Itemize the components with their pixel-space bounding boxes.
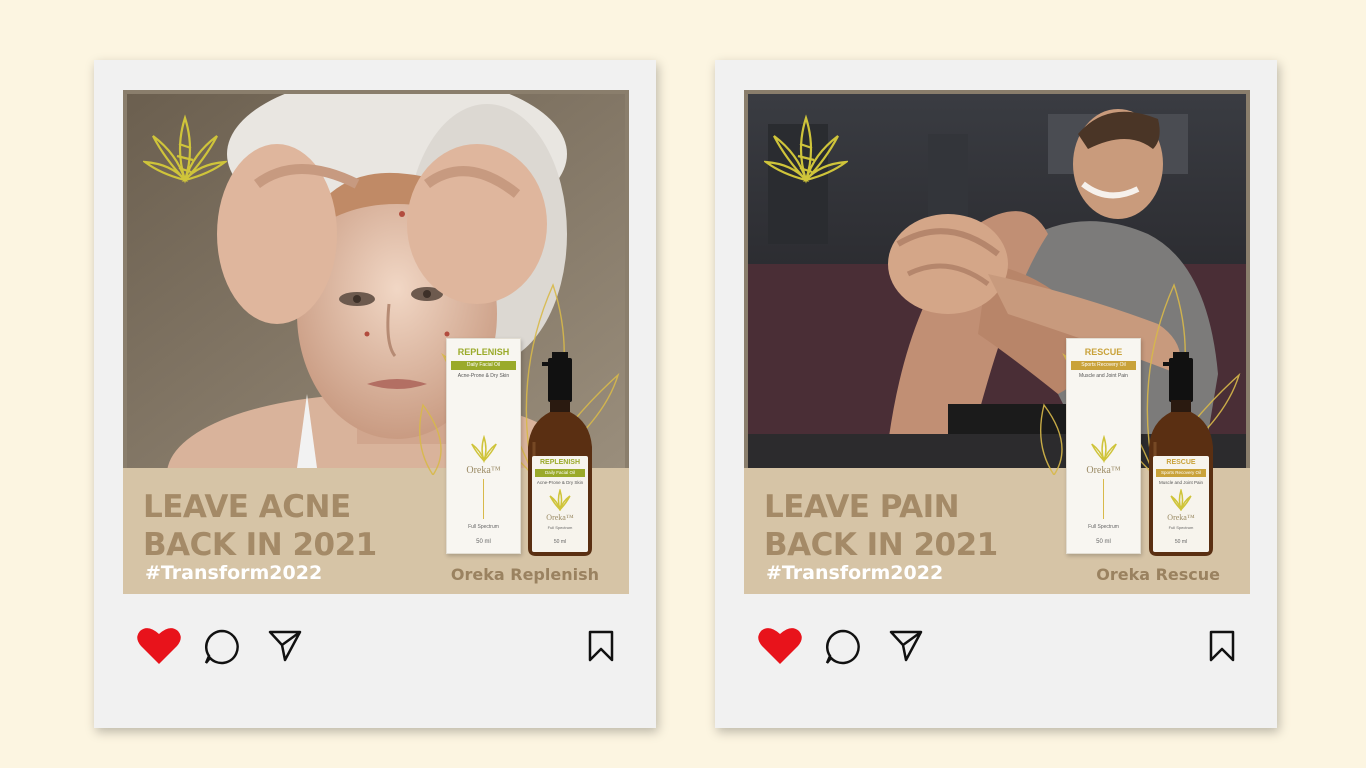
box-name: RESCUE (1084, 347, 1123, 357)
box-strip: Daily Facial Oil (451, 361, 516, 370)
product-bottle: RESCUE Sports Recovery Oil Muscle and Jo… (1147, 352, 1215, 556)
box-name: REPLENISH (457, 347, 510, 357)
bottle-strip: Daily Facial Oil (535, 469, 585, 477)
bottle-strip: Sports Recovery Oil (1156, 469, 1206, 477)
bottle-label: REPLENISH Daily Facial Oil Acne-Prone & … (532, 456, 588, 552)
box-strip: Sports Recovery Oil (1071, 361, 1136, 370)
bottle-leaf-icon (549, 489, 571, 511)
hashtag: #Transform2022 (766, 562, 944, 584)
box-volume: 50 ml (1096, 539, 1111, 545)
product-bottle: REPLENISH Daily Facial Oil Acne-Prone & … (526, 352, 594, 556)
send-icon[interactable] (268, 628, 302, 662)
bottle-volume: 50 ml (553, 539, 567, 545)
send-icon[interactable] (889, 628, 923, 662)
post-image[interactable]: LEAVE ACNE BACK IN 2021 #Transform2022 O… (123, 90, 629, 594)
heart-icon[interactable] (136, 626, 182, 666)
box-full-spectrum: Full Spectrum (468, 524, 499, 530)
comment-icon[interactable] (824, 628, 862, 666)
bottle-leaf-icon (1170, 489, 1192, 511)
box-divider (483, 479, 484, 519)
bottle-volume: 50 ml (1174, 539, 1188, 545)
bottle-full-spectrum: Full Spectrum (1168, 525, 1194, 530)
post-card-rescue: LEAVE PAIN BACK IN 2021 #Transform2022 O… (715, 60, 1277, 728)
product-box: REPLENISH Daily Facial Oil Acne-Prone & … (446, 338, 521, 554)
post-card-replenish: LEAVE ACNE BACK IN 2021 #Transform2022 O… (94, 60, 656, 728)
box-volume: 50 ml (476, 539, 491, 545)
bottle-name: REPLENISH (539, 459, 581, 466)
product-name: Oreka Rescue (1096, 565, 1220, 584)
box-brand: Oreka™ (466, 465, 501, 476)
box-brand: Oreka™ (1086, 465, 1121, 476)
bottle-subtitle: Acne-Prone & Dry Skin (536, 480, 584, 485)
bottle-label: RESCUE Sports Recovery Oil Muscle and Jo… (1153, 456, 1209, 552)
leaf-logo-icon (143, 114, 227, 184)
bookmark-icon[interactable] (588, 630, 614, 662)
box-subtitle: Acne-Prone & Dry Skin (457, 373, 510, 379)
box-subtitle: Muscle and Joint Pain (1079, 373, 1128, 379)
product-name: Oreka Replenish (450, 565, 599, 584)
bottle-name: RESCUE (1166, 459, 1196, 466)
bookmark-icon[interactable] (1209, 630, 1235, 662)
box-leaf-icon (1091, 435, 1117, 463)
box-leaf-icon (471, 435, 497, 463)
hashtag: #Transform2022 (145, 562, 323, 584)
box-divider (1103, 479, 1104, 519)
comment-icon[interactable] (203, 628, 241, 666)
post-image[interactable]: LEAVE PAIN BACK IN 2021 #Transform2022 O… (744, 90, 1250, 594)
bottle-brand: Oreka™ (546, 513, 574, 522)
box-full-spectrum: Full Spectrum (1088, 524, 1119, 530)
bottle-full-spectrum: Full Spectrum (547, 525, 573, 530)
post-actions (715, 620, 1277, 670)
headline: LEAVE ACNE BACK IN 2021 (143, 489, 377, 563)
bottle-brand: Oreka™ (1167, 513, 1195, 522)
product-box: RESCUE Sports Recovery Oil Muscle and Jo… (1066, 338, 1141, 554)
bottle-subtitle: Muscle and Joint Pain (1158, 480, 1204, 485)
post-actions (94, 620, 656, 670)
leaf-logo-icon (764, 114, 848, 184)
heart-icon[interactable] (757, 626, 803, 666)
headline: LEAVE PAIN BACK IN 2021 (764, 489, 998, 563)
